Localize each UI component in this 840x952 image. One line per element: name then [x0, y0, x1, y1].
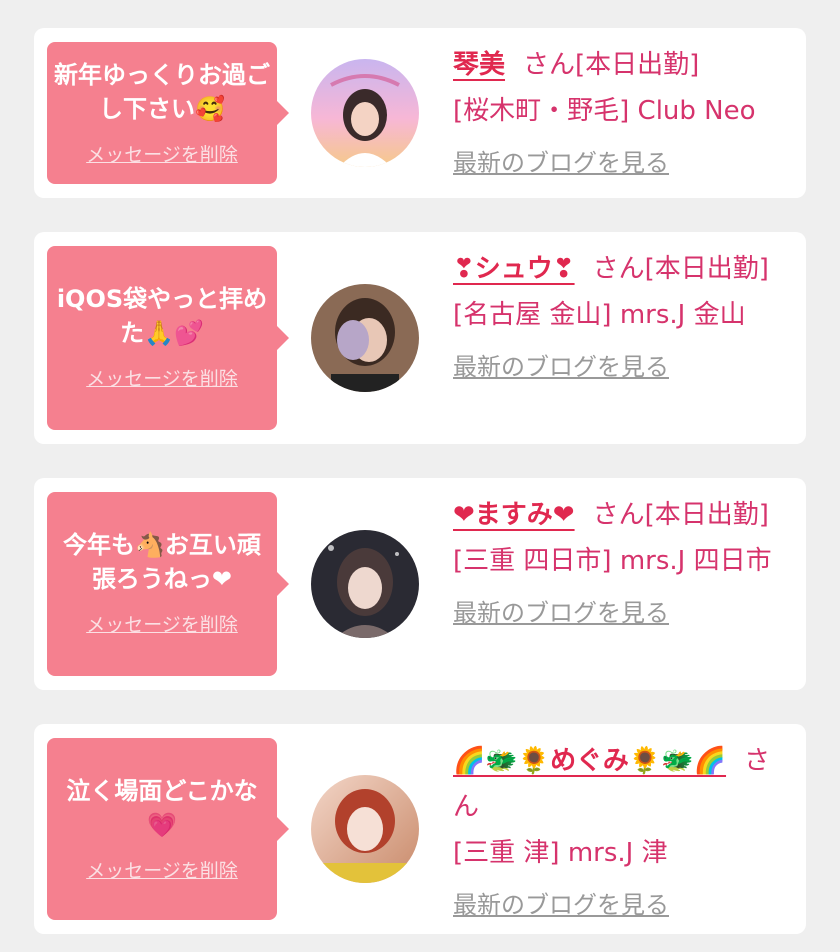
avatar-photo [311, 59, 419, 167]
delete-message-link[interactable]: メッセージを削除 [86, 364, 238, 391]
latest-blog-link[interactable]: 最新のブログを見る [453, 140, 669, 186]
profile-name-line: 🌈🐲🌻めぐみ🌻🐲🌈 さん [453, 738, 786, 830]
shop-name: [桜木町・野毛] Club Neo [453, 96, 756, 126]
profile-status: さん[本日出勤] [523, 50, 700, 80]
profile-status: さん[本日出勤] [592, 500, 769, 530]
message-card: iQOS袋やっと拝めた🙏💕 メッセージを削除 ❣シュウ❣ さん[本日出勤] [名古… [34, 232, 806, 444]
profile-info: ❤ますみ❤ さん[本日出勤] [三重 四日市] mrs.J 四日市 最新のブログを… [453, 492, 786, 636]
latest-blog-link[interactable]: 最新のブログを見る [453, 590, 669, 636]
message-list: 新年ゆっくりお過ごし下さい🥰 メッセージを削除 琴美 さん[本日出勤] [桜木町… [0, 0, 840, 952]
avatar[interactable] [311, 59, 419, 167]
latest-blog-link[interactable]: 最新のブログを見る [453, 882, 669, 928]
profile-name-link[interactable]: ❣シュウ❣ [453, 254, 575, 284]
message-text: 今年も🐴お互い頑張ろうねっ❤ [63, 531, 261, 593]
avatar-photo [311, 284, 419, 392]
avatar-photo [311, 775, 419, 883]
message-bubble: 泣く場面どこかな💗 メッセージを削除 [47, 738, 289, 920]
profile-name-line: 琴美 さん[本日出勤] [453, 42, 786, 88]
message-text: 泣く場面どこかな💗 [66, 777, 258, 839]
shop-name: [名古屋 金山] mrs.J 金山 [453, 300, 746, 330]
profile-name-link[interactable]: ❤ますみ❤ [453, 500, 575, 530]
shop-name: [三重 津] mrs.J 津 [453, 838, 668, 868]
shop-name: [三重 四日市] mrs.J 四日市 [453, 546, 772, 576]
message-bubble: iQOS袋やっと拝めた🙏💕 メッセージを削除 [47, 246, 289, 430]
message-bubble: 今年も🐴お互い頑張ろうねっ❤ メッセージを削除 [47, 492, 289, 676]
avatar-photo [311, 530, 419, 638]
message-card: 新年ゆっくりお過ごし下さい🥰 メッセージを削除 琴美 さん[本日出勤] [桜木町… [34, 28, 806, 198]
profile-info: ❣シュウ❣ さん[本日出勤] [名古屋 金山] mrs.J 金山 最新のブログを見… [453, 246, 786, 390]
profile-name-link[interactable]: 🌈🐲🌻めぐみ🌻🐲🌈 [453, 746, 726, 776]
avatar[interactable] [311, 775, 419, 883]
delete-message-link[interactable]: メッセージを削除 [86, 856, 238, 883]
delete-message-link[interactable]: メッセージを削除 [86, 140, 238, 167]
profile-name-line: ❤ますみ❤ さん[本日出勤] [453, 492, 786, 538]
profile-info: 🌈🐲🌻めぐみ🌻🐲🌈 さん [三重 津] mrs.J 津 最新のブログを見る [453, 738, 786, 928]
message-text: 新年ゆっくりお過ごし下さい🥰 [54, 61, 270, 123]
message-bubble: 新年ゆっくりお過ごし下さい🥰 メッセージを削除 [47, 42, 289, 184]
message-text: iQOS袋やっと拝めた🙏💕 [56, 285, 268, 347]
profile-name-line: ❣シュウ❣ さん[本日出勤] [453, 246, 786, 292]
profile-status: さん[本日出勤] [592, 254, 769, 284]
avatar[interactable] [311, 284, 419, 392]
message-card: 泣く場面どこかな💗 メッセージを削除 🌈🐲🌻めぐみ🌻🐲🌈 さん [三重 津] m… [34, 724, 806, 934]
latest-blog-link[interactable]: 最新のブログを見る [453, 344, 669, 390]
avatar[interactable] [311, 530, 419, 638]
profile-name-link[interactable]: 琴美 [453, 50, 505, 80]
profile-info: 琴美 さん[本日出勤] [桜木町・野毛] Club Neo 最新のブログを見る [453, 42, 786, 186]
delete-message-link[interactable]: メッセージを削除 [86, 610, 238, 637]
message-card: 今年も🐴お互い頑張ろうねっ❤ メッセージを削除 ❤ますみ❤ さん[本日出勤] [三… [34, 478, 806, 690]
